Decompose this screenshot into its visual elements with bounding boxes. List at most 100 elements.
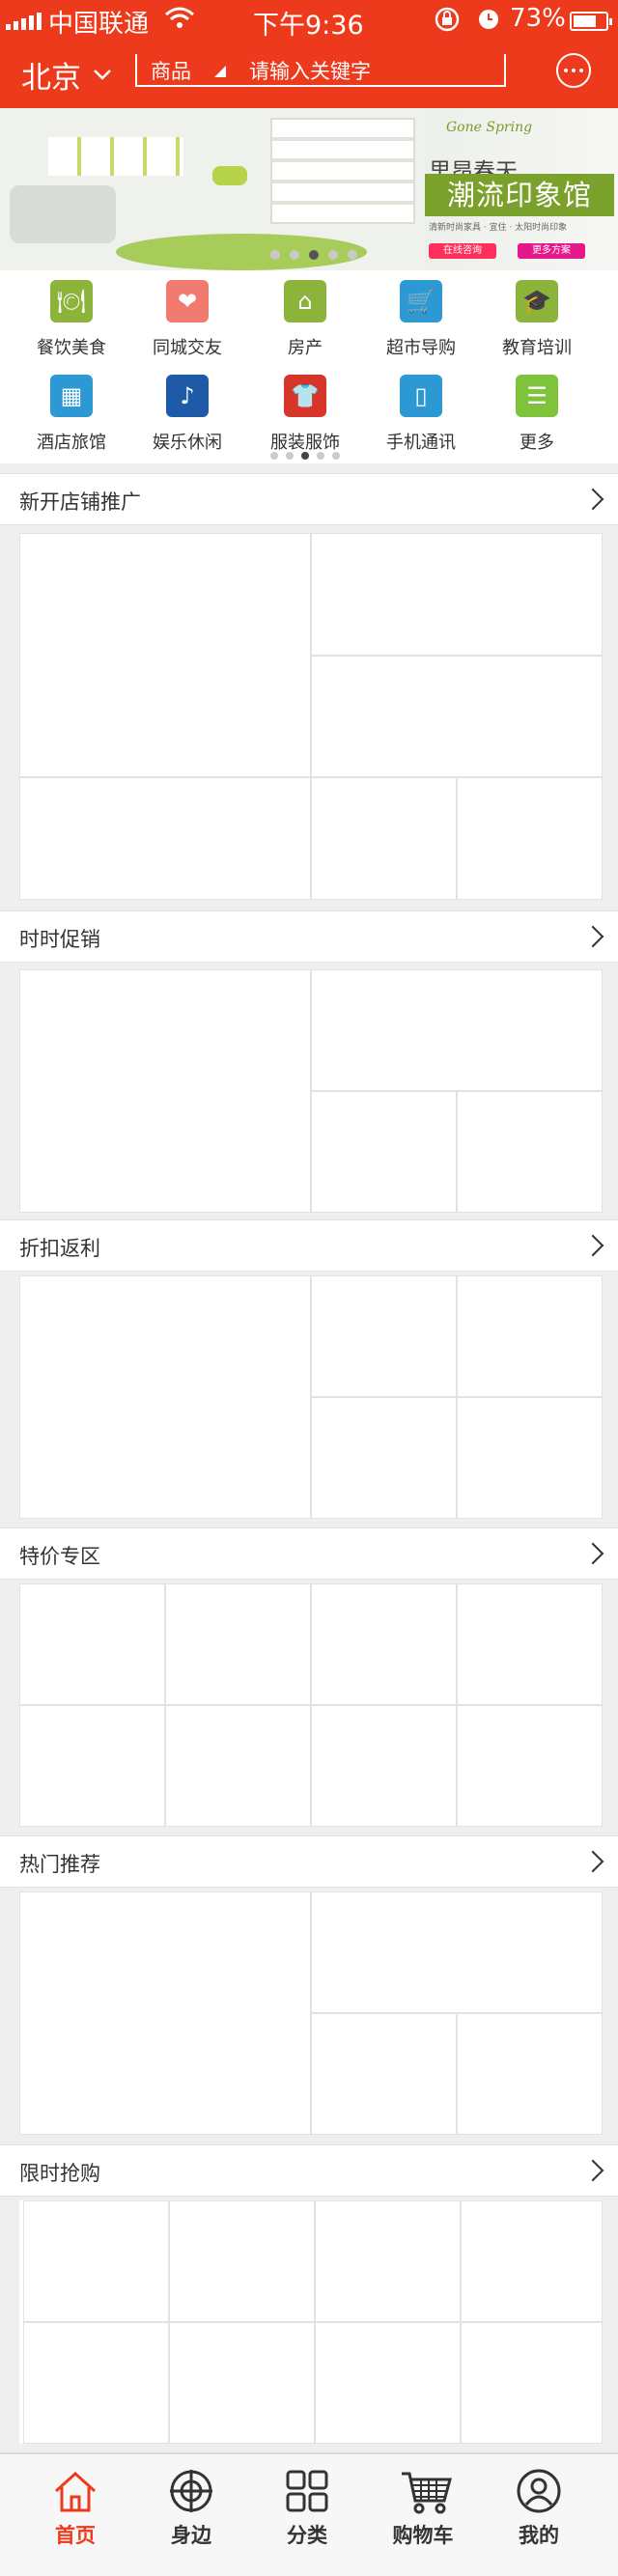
product-tile[interactable] xyxy=(457,1583,603,1705)
product-tile[interactable] xyxy=(169,2200,315,2322)
product-tile[interactable] xyxy=(311,1705,457,1827)
category-label: 餐饮美食 xyxy=(37,338,106,358)
phone-icon: ▯ xyxy=(400,375,442,417)
product-tile[interactable] xyxy=(19,969,311,1213)
section-header[interactable]: 时时促销 xyxy=(0,910,618,963)
product-tile[interactable] xyxy=(311,1275,457,1397)
tab-item[interactable]: 首页 xyxy=(14,2454,137,2576)
category-grid-icon xyxy=(284,2468,330,2514)
bottom-tab-bar: 首页 身边 分类 购物车 我的 xyxy=(0,2452,618,2576)
product-tile[interactable] xyxy=(457,1091,603,1213)
section-header[interactable]: 折扣返利 xyxy=(0,1219,618,1272)
product-tile[interactable] xyxy=(461,2322,603,2444)
heart-icon: ❤ xyxy=(166,280,209,322)
product-tile[interactable] xyxy=(311,1091,457,1213)
banner-dot[interactable] xyxy=(348,250,357,260)
banner-room-image xyxy=(0,108,425,270)
search-bar[interactable]: 商品 请输入关键字 xyxy=(135,54,506,87)
product-tile[interactable] xyxy=(19,1583,165,1705)
section-title: 新开店铺推广 xyxy=(19,490,141,514)
product-tile[interactable] xyxy=(19,1891,311,2135)
product-tile[interactable] xyxy=(311,777,457,900)
chevron-right-icon[interactable] xyxy=(581,1542,604,1565)
entertainment-icon: ♪ xyxy=(166,375,209,417)
city-selector[interactable]: 北京 xyxy=(21,53,112,97)
product-tile[interactable] xyxy=(315,2200,461,2322)
category-item[interactable]: ▦ 酒店旅馆 xyxy=(14,375,129,454)
product-tile[interactable] xyxy=(457,1397,603,1519)
product-tile[interactable] xyxy=(461,2200,603,2322)
section-product-grid xyxy=(19,1275,603,1519)
product-tile[interactable] xyxy=(311,969,603,1091)
section-title: 时时促销 xyxy=(19,928,100,951)
product-tile[interactable] xyxy=(23,2322,169,2444)
category-item[interactable]: 🎓 教育培训 xyxy=(479,280,595,359)
tab-label: 分类 xyxy=(287,2524,327,2547)
category-label: 房产 xyxy=(288,338,323,358)
category-grid: 🍽 餐饮美食 ❤ 同城交友 ⌂ 房产 🛒 超市导购 🎓 教育培训 ▦ 酒店旅馆 ♪ 娱乐休闲 👕 服装服饰 ▯ 手… xyxy=(0,270,618,463)
tab-item[interactable]: 身边 xyxy=(129,2454,253,2576)
banner-dot[interactable] xyxy=(270,250,280,260)
category-item[interactable]: ♪ 娱乐休闲 xyxy=(129,375,245,454)
category-dropdown-icon[interactable] xyxy=(214,66,226,77)
search-input[interactable]: 请输入关键字 xyxy=(249,56,371,85)
banner-dot[interactable] xyxy=(309,250,319,260)
category-item[interactable]: ❤ 同城交友 xyxy=(129,280,245,359)
product-tile[interactable] xyxy=(165,1705,311,1827)
section-header[interactable]: 限时抢购 xyxy=(0,2144,618,2197)
search-category[interactable]: 商品 xyxy=(151,56,191,85)
banner-button-more[interactable]: 更多方案 xyxy=(518,243,585,259)
product-tile[interactable] xyxy=(457,1705,603,1827)
product-tile[interactable] xyxy=(457,1275,603,1397)
category-item[interactable]: ⌂ 房产 xyxy=(247,280,363,359)
product-tile[interactable] xyxy=(311,1397,457,1519)
rotation-lock-icon xyxy=(433,6,462,40)
nearby-target-icon xyxy=(168,2468,214,2514)
category-item[interactable]: ☰ 更多 xyxy=(479,375,595,454)
product-tile[interactable] xyxy=(23,2200,169,2322)
product-tile[interactable] xyxy=(169,2322,315,2444)
wifi-icon xyxy=(164,6,195,38)
banner-title-2: 潮流印象馆 xyxy=(425,174,614,216)
category-item[interactable]: 🛒 超市导购 xyxy=(363,280,479,359)
banner-dot[interactable] xyxy=(290,250,299,260)
banner-pagination[interactable] xyxy=(270,250,357,260)
product-tile[interactable] xyxy=(457,2013,603,2135)
tab-label: 我的 xyxy=(519,2524,559,2547)
chevron-right-icon[interactable] xyxy=(581,2159,604,2182)
product-tile[interactable] xyxy=(311,656,603,777)
product-tile[interactable] xyxy=(19,777,311,900)
category-item[interactable]: 🍽 餐饮美食 xyxy=(14,280,129,359)
tab-label: 身边 xyxy=(171,2524,211,2547)
cart-icon: 🛒 xyxy=(400,280,442,322)
more-menu-button[interactable] xyxy=(556,53,591,88)
product-tile[interactable] xyxy=(457,777,603,900)
category-item[interactable]: ▯ 手机通讯 xyxy=(363,375,479,454)
banner-dot[interactable] xyxy=(328,250,338,260)
product-tile[interactable] xyxy=(311,1891,603,2013)
chevron-right-icon[interactable] xyxy=(581,1850,604,1873)
banner-button-consult[interactable]: 在线咨询 xyxy=(429,243,496,259)
tab-item[interactable]: 分类 xyxy=(245,2454,369,2576)
category-label: 更多 xyxy=(520,433,554,453)
tab-item[interactable]: 购物车 xyxy=(361,2454,485,2576)
dining-icon: 🍽 xyxy=(50,280,93,322)
product-tile[interactable] xyxy=(19,1275,311,1519)
chevron-right-icon[interactable] xyxy=(581,488,604,511)
product-tile[interactable] xyxy=(311,1583,457,1705)
clothing-icon: 👕 xyxy=(284,375,326,417)
section-header[interactable]: 热门推荐 xyxy=(0,1835,618,1888)
section-header[interactable]: 特价专区 xyxy=(0,1527,618,1580)
product-tile[interactable] xyxy=(315,2322,461,2444)
promo-banner[interactable]: Gone Spring 里昂春天 潮流印象馆 清新时尚家具 · 宜住 · 太阳时… xyxy=(0,108,618,270)
product-tile[interactable] xyxy=(19,1705,165,1827)
product-tile[interactable] xyxy=(311,533,603,656)
category-item[interactable]: 👕 服装服饰 xyxy=(247,375,363,454)
product-tile[interactable] xyxy=(19,533,311,777)
product-tile[interactable] xyxy=(311,2013,457,2135)
tab-item[interactable]: 我的 xyxy=(477,2454,601,2576)
chevron-right-icon[interactable] xyxy=(581,925,604,948)
product-tile[interactable] xyxy=(165,1583,311,1705)
section-header[interactable]: 新开店铺推广 xyxy=(0,473,618,525)
chevron-right-icon[interactable] xyxy=(581,1234,604,1257)
